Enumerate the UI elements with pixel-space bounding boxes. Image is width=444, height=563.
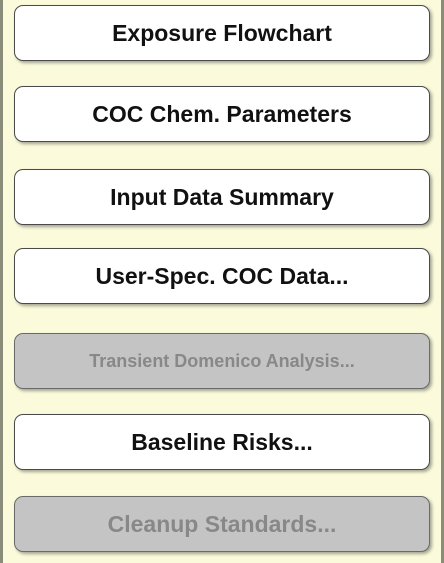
user-spec-coc-data-label: User-Spec. COC Data... (95, 262, 349, 289)
coc-chem-parameters-button[interactable]: COC Chem. Parameters (14, 86, 430, 142)
coc-chem-parameters-label: COC Chem. Parameters (92, 100, 352, 127)
cleanup-standards-button: Cleanup Standards... (14, 496, 430, 552)
cleanup-standards-label: Cleanup Standards... (107, 510, 337, 537)
panel-left-border (0, 0, 3, 563)
input-data-summary-label: Input Data Summary (110, 183, 334, 210)
baseline-risks-button[interactable]: Baseline Risks... (14, 414, 430, 470)
baseline-risks-label: Baseline Risks... (131, 428, 313, 455)
exposure-flowchart-label: Exposure Flowchart (112, 19, 332, 46)
transient-domenico-analysis-button: Transient Domenico Analysis... (14, 333, 430, 389)
navigation-panel: Exposure Flowchart COC Chem. Parameters … (0, 0, 444, 563)
input-data-summary-button[interactable]: Input Data Summary (14, 169, 430, 225)
user-spec-coc-data-button[interactable]: User-Spec. COC Data... (14, 248, 430, 304)
transient-domenico-analysis-label: Transient Domenico Analysis... (89, 350, 355, 371)
exposure-flowchart-button[interactable]: Exposure Flowchart (14, 5, 430, 61)
